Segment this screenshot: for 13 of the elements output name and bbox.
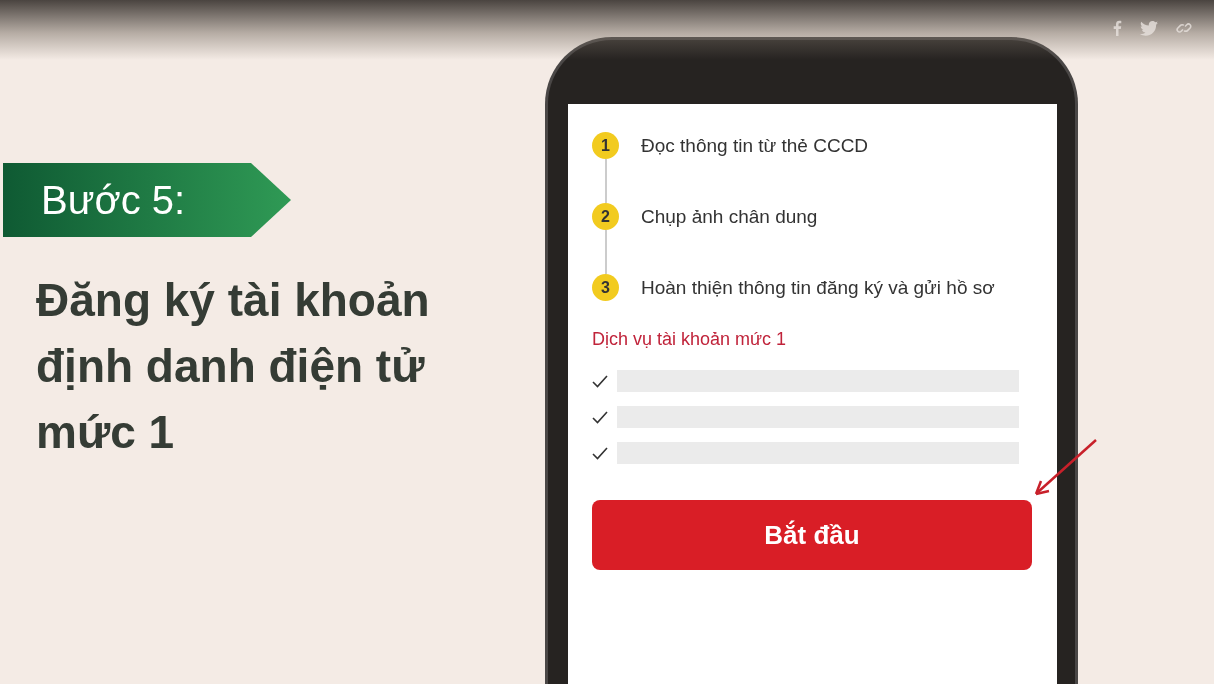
- service-title: Dịch vụ tài khoản mức 1: [592, 329, 788, 350]
- step-number: 3: [592, 274, 619, 301]
- link-icon[interactable]: [1176, 20, 1192, 36]
- heading: Đăng ký tài khoản định danh điện tử mức 1: [36, 273, 431, 460]
- facebook-icon[interactable]: [1112, 20, 1122, 36]
- step-number: 2: [592, 203, 619, 230]
- start-button[interactable]: Bắt đầu: [592, 500, 1032, 570]
- step-label: Hoàn thiện thông tin đăng ký và gửi hồ sơ: [641, 276, 995, 299]
- step-label: Đọc thông tin từ thẻ CCCD: [641, 134, 869, 157]
- step-label: Chụp ảnh chân dung: [641, 205, 818, 228]
- step-banner: Bước 5:: [3, 163, 291, 237]
- step-number: 1: [592, 132, 619, 159]
- bird-icon[interactable]: [1140, 20, 1158, 36]
